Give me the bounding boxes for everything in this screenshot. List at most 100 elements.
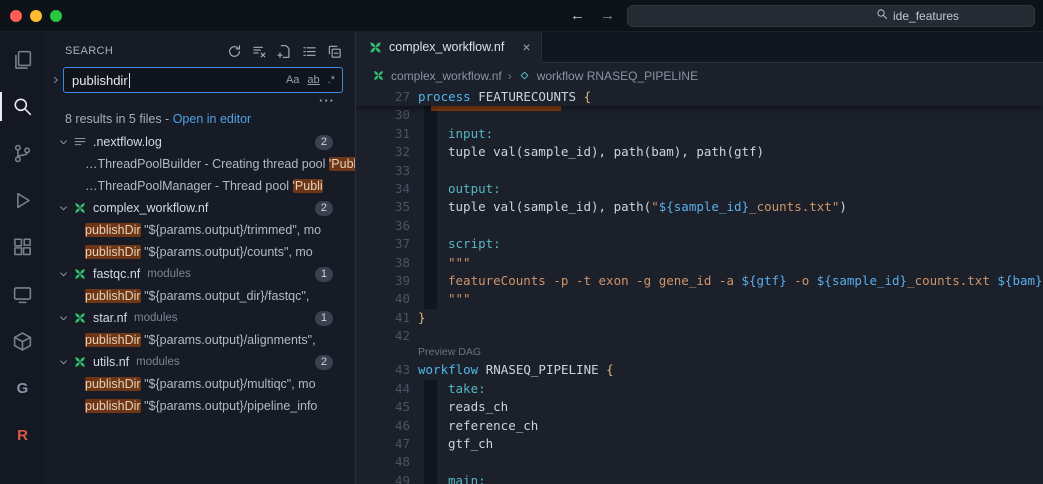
breadcrumb-file[interactable]: complex_workflow.nf — [391, 69, 502, 83]
activity-remote-explorer-icon[interactable] — [0, 271, 45, 318]
sticky-scroll-line[interactable]: 27process FEATURECOUNTS { — [356, 88, 1043, 106]
match-result-row[interactable]: publishDir "${params.output}/multiqc", m… — [45, 373, 355, 395]
workflow-symbol-icon — [518, 69, 531, 82]
search-input[interactable]: publishdir Aa ab .* — [63, 67, 343, 93]
history-nav: ← → — [570, 7, 615, 24]
line-number: 40 — [356, 290, 410, 308]
regex-button[interactable]: .* — [325, 72, 338, 88]
collapse-all-button[interactable] — [325, 42, 343, 60]
breadcrumb-symbol[interactable]: workflow RNASEQ_PIPELINE — [537, 69, 698, 83]
code-line-49[interactable]: 49main: — [356, 472, 1043, 484]
chevron-down-icon[interactable] — [57, 312, 73, 325]
file-result-row[interactable]: complex_workflow.nf2 — [45, 197, 355, 219]
editor-group: complex_workflow.nf × complex_workflow.n… — [355, 32, 1043, 484]
match-result-row[interactable]: publishDir "${params.output}/pipeline_in… — [45, 395, 355, 417]
search-row: publishdir Aa ab .* — [45, 64, 355, 93]
search-options: Aa ab .* — [283, 72, 338, 88]
line-number: 46 — [356, 417, 410, 435]
code-line-42[interactable]: 42 — [356, 327, 1043, 345]
file-result-row[interactable]: star.nfmodules1 — [45, 307, 355, 329]
line-number: 37 — [356, 235, 410, 253]
activity-gitlens[interactable]: G — [0, 365, 45, 412]
nextflow-icon — [73, 267, 89, 281]
file-result-row[interactable]: utils.nfmodules2 — [45, 351, 355, 373]
open-new-search-editor-button[interactable] — [275, 42, 293, 60]
activity-run-and-debug-icon[interactable] — [0, 177, 45, 224]
code-line-39[interactable]: 39featureCounts -p -t exon -g gene_id -a… — [356, 272, 1043, 290]
clear-search-results-button[interactable] — [250, 42, 268, 60]
sidebar-title: SEARCH — [65, 45, 113, 57]
nextflow-icon — [73, 355, 89, 369]
line-number: 36 — [356, 217, 410, 235]
activity-r-extension[interactable]: R — [0, 412, 45, 459]
match-result-row[interactable]: publishDir "${params.output_dir}/fastqc"… — [45, 285, 355, 307]
match-highlight: publishDir — [85, 245, 141, 259]
file-name: fastqc.nf — [93, 267, 140, 281]
command-center-search[interactable]: ide_features — [627, 5, 1035, 27]
code-line-32[interactable]: 32tuple val(sample_id), path(bam), path(… — [356, 143, 1043, 161]
chevron-down-icon[interactable] — [57, 202, 73, 215]
breadcrumb-separator: › — [508, 69, 512, 83]
code-line-43[interactable]: 43workflow RNASEQ_PIPELINE { — [356, 361, 1043, 379]
match-result-row[interactable]: publishDir "${params.output}/counts", mo — [45, 241, 355, 263]
result-count-badge: 2 — [315, 135, 333, 150]
traffic-lights — [0, 10, 62, 22]
tab-complex-workflow[interactable]: complex_workflow.nf × — [356, 32, 542, 63]
file-result-row[interactable]: fastqc.nfmodules1 — [45, 263, 355, 285]
code-line-44[interactable]: 44take: — [356, 380, 1043, 398]
code-line-41[interactable]: 41} — [356, 309, 1043, 327]
code-line-45[interactable]: 45reads_ch — [356, 398, 1043, 416]
tab-bar: complex_workflow.nf × — [356, 32, 1043, 63]
match-result-row[interactable]: …ThreadPoolBuilder - Creating thread poo… — [45, 153, 355, 175]
match-highlight: 'Publi — [293, 179, 323, 193]
match-highlight: publishDir — [85, 289, 141, 303]
match-result-row[interactable]: …ThreadPoolManager - Thread pool 'Publi — [45, 175, 355, 197]
line-number: 49 — [356, 472, 410, 484]
code-line-47[interactable]: 47gtf_ch — [356, 435, 1043, 453]
chevron-down-icon[interactable] — [57, 268, 73, 281]
file-result-row[interactable]: .nextflow.log2 — [45, 131, 355, 153]
code-line-48[interactable]: 48 — [356, 453, 1043, 471]
toggle-replace-button[interactable] — [49, 74, 63, 86]
tab-label: complex_workflow.nf — [389, 40, 504, 54]
code-line-31[interactable]: 31input: — [356, 125, 1043, 143]
file-description: modules — [134, 312, 177, 324]
back-button[interactable]: ← — [570, 7, 585, 24]
toggle-search-details-button[interactable]: ··· — [319, 96, 335, 105]
chevron-down-icon[interactable] — [57, 356, 73, 369]
line-number: 42 — [356, 327, 410, 345]
results-summary-text: 8 results in 5 files - — [65, 112, 173, 126]
activity-explorer-icon[interactable] — [0, 36, 45, 83]
match-case-button[interactable]: Aa — [283, 72, 302, 88]
close-window-button[interactable] — [10, 10, 22, 22]
line-number: 31 — [356, 125, 410, 143]
match-result-row[interactable]: publishDir "${params.output}/trimmed", m… — [45, 219, 355, 241]
whole-word-button[interactable]: ab — [304, 72, 322, 88]
code-line-40[interactable]: 40""" — [356, 290, 1043, 308]
forward-button[interactable]: → — [600, 7, 615, 24]
code-line-46[interactable]: 46reference_ch — [356, 417, 1043, 435]
activity-containers-icon[interactable] — [0, 318, 45, 365]
code-line-36[interactable]: 36 — [356, 217, 1043, 235]
code-editor[interactable]: 3031input:32tuple val(sample_id), path(b… — [356, 88, 1043, 484]
command-center-text: ide_features — [893, 9, 959, 23]
open-in-editor-link[interactable]: Open in editor — [173, 112, 252, 126]
view-as-list-button[interactable] — [300, 42, 318, 60]
breadcrumb: complex_workflow.nf › workflow RNASEQ_PI… — [356, 63, 1043, 88]
zoom-window-button[interactable] — [50, 10, 62, 22]
activity-search-icon[interactable] — [0, 83, 45, 130]
chevron-down-icon[interactable] — [57, 136, 73, 149]
code-line-33[interactable]: 33 — [356, 162, 1043, 180]
code-line-35[interactable]: 35tuple val(sample_id), path("${sample_i… — [356, 198, 1043, 216]
activity-extensions-icon[interactable] — [0, 224, 45, 271]
match-result-row[interactable]: publishDir "${params.output}/alignments"… — [45, 329, 355, 351]
refresh-button[interactable] — [225, 42, 243, 60]
minimize-window-button[interactable] — [30, 10, 42, 22]
codelens-preview-dag[interactable]: Preview DAG — [356, 345, 1043, 361]
code-line-37[interactable]: 37script: — [356, 235, 1043, 253]
code-line-38[interactable]: 38""" — [356, 254, 1043, 272]
sidebar-header: SEARCH — [45, 32, 355, 64]
activity-source-control-icon[interactable] — [0, 130, 45, 177]
close-tab-button[interactable]: × — [522, 39, 530, 55]
code-line-34[interactable]: 34output: — [356, 180, 1043, 198]
